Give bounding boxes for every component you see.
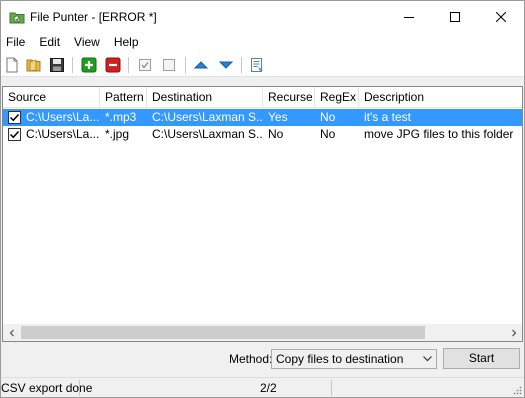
toolbar-separator — [72, 57, 73, 73]
close-icon — [496, 11, 506, 22]
cell-recurse: No — [268, 127, 284, 141]
move-down-icon — [218, 61, 234, 69]
app-logo-icon — [9, 12, 25, 24]
cell-regex: No — [320, 110, 336, 124]
export-icon — [251, 58, 263, 72]
move-up-button[interactable] — [192, 56, 210, 74]
menu-edit[interactable]: Edit — [32, 32, 67, 53]
cell-pattern: *.mp3 — [105, 110, 137, 124]
new-button[interactable] — [3, 56, 21, 74]
method-label: Method: — [229, 352, 273, 366]
status-bar: CSV export done 2/2 — [1, 377, 524, 397]
app-window: File Punter - [ERROR *] File Edit View H… — [0, 0, 525, 398]
open-icon — [26, 59, 41, 72]
status-separator — [79, 380, 80, 396]
cell-description: it's a test — [364, 110, 411, 124]
method-dropdown[interactable]: Copy files to destination — [271, 349, 437, 369]
checkmark-icon — [9, 113, 20, 122]
menu-view[interactable]: View — [67, 32, 107, 53]
save-icon — [50, 58, 64, 72]
row-checkbox[interactable] — [8, 128, 21, 141]
save-button[interactable] — [48, 56, 66, 74]
check-all-button[interactable] — [136, 56, 154, 74]
uncheck-all-button[interactable] — [160, 56, 178, 74]
remove-icon — [105, 57, 121, 73]
row-checkbox[interactable] — [8, 111, 21, 124]
scroll-right-button[interactable] — [505, 324, 522, 341]
scrollbar-thumb[interactable] — [21, 326, 425, 339]
method-selected-value: Copy files to destination — [276, 352, 404, 366]
cell-destination: C:\Users\Laxman S... — [152, 110, 263, 124]
minimize-button[interactable] — [386, 1, 432, 32]
minimize-icon — [404, 16, 414, 18]
move-down-button[interactable] — [217, 56, 235, 74]
toolbar — [1, 53, 524, 77]
resize-grip-icon[interactable] — [512, 385, 522, 395]
open-button[interactable] — [25, 56, 43, 74]
export-button[interactable] — [248, 56, 266, 74]
title-bar: File Punter - [ERROR *] — [1, 1, 524, 32]
menu-file[interactable]: File — [1, 32, 32, 53]
horizontal-scrollbar[interactable] — [3, 324, 522, 341]
column-destination[interactable]: Destination — [147, 87, 263, 108]
cell-destination: C:\Users\Laxman S... — [152, 127, 263, 141]
column-description[interactable]: Description — [359, 87, 522, 108]
start-button[interactable]: Start — [443, 348, 520, 369]
column-recurse[interactable]: Recurse — [263, 87, 315, 108]
cell-description: move JPG files to this folder — [364, 127, 514, 141]
cell-recurse: Yes — [268, 110, 288, 124]
scroll-left-button[interactable] — [3, 324, 20, 341]
rules-list[interactable]: Source Pattern Destination Recurse RegEx… — [2, 86, 523, 342]
remove-button[interactable] — [104, 56, 122, 74]
maximize-button[interactable] — [432, 1, 478, 32]
toolbar-separator — [185, 57, 186, 73]
item-count: 2/2 — [260, 381, 277, 395]
menu-bar: File Edit View Help — [1, 32, 524, 53]
status-separator — [331, 380, 332, 396]
cell-source: C:\Users\La... — [26, 127, 100, 141]
checkmark-icon — [9, 130, 20, 139]
check-all-icon — [139, 59, 151, 71]
maximize-icon — [450, 11, 460, 22]
cell-pattern: *.jpg — [105, 127, 130, 141]
chevron-left-icon — [9, 329, 14, 336]
cell-source: C:\Users\La... — [26, 110, 100, 124]
add-button[interactable] — [80, 56, 98, 74]
cell-regex: No — [320, 127, 336, 141]
table-row[interactable]: C:\Users\La... *.jpg C:\Users\Laxman S..… — [3, 126, 522, 143]
table-row[interactable]: C:\Users\La... *.mp3 C:\Users\Laxman S..… — [3, 109, 522, 126]
uncheck-all-icon — [163, 59, 175, 71]
close-button[interactable] — [478, 1, 524, 32]
column-pattern[interactable]: Pattern — [100, 87, 147, 108]
column-regex[interactable]: RegEx — [315, 87, 359, 108]
move-up-icon — [193, 61, 209, 69]
chevron-right-icon — [511, 329, 516, 336]
toolbar-separator — [128, 57, 129, 73]
column-source[interactable]: Source — [3, 87, 100, 108]
chevron-down-icon — [423, 356, 432, 362]
list-header: Source Pattern Destination Recurse RegEx… — [3, 87, 522, 108]
window-title: File Punter - [ERROR *] — [30, 10, 157, 24]
toolbar-separator — [241, 57, 242, 73]
menu-help[interactable]: Help — [107, 32, 146, 53]
new-icon — [6, 57, 18, 73]
add-icon — [81, 57, 97, 73]
